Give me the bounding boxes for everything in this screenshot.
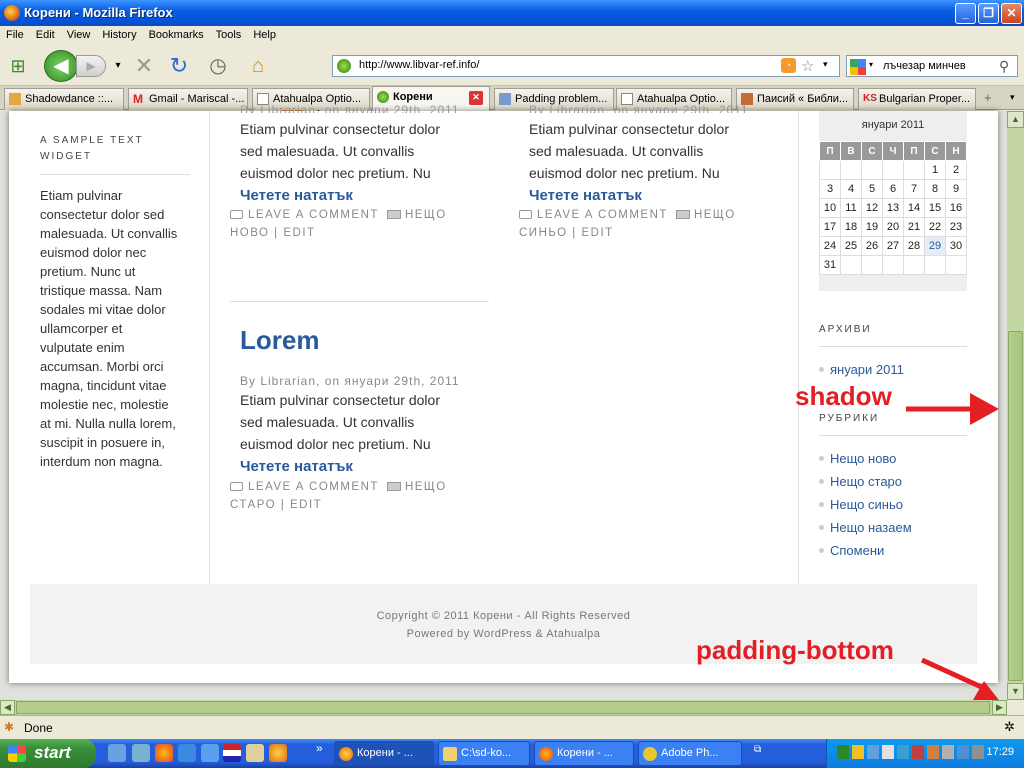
folder-icon xyxy=(443,747,457,761)
tray-icon[interactable] xyxy=(867,745,879,759)
tray-icon[interactable] xyxy=(927,745,939,759)
taskbar-button-chrome[interactable]: Корени - ... xyxy=(534,741,634,766)
flag-icon[interactable] xyxy=(223,744,241,762)
status-text: Done xyxy=(24,721,53,735)
tray-icon[interactable] xyxy=(897,745,909,759)
tray-icon[interactable] xyxy=(942,745,954,759)
bug-icon[interactable]: ✲ xyxy=(1004,719,1015,735)
padding-arrow xyxy=(920,657,990,693)
system-tray: 17:29 xyxy=(826,739,1024,768)
tray-icon[interactable] xyxy=(852,745,864,759)
addon-status-icon[interactable]: ✱ xyxy=(4,720,18,734)
clock[interactable]: 17:29 xyxy=(986,746,1014,758)
tray-icon[interactable] xyxy=(972,745,984,759)
annotation-arrows xyxy=(906,393,1002,704)
chrome-icon[interactable] xyxy=(155,744,173,762)
chrome-icon xyxy=(539,747,553,761)
vertical-scrollbar[interactable]: ▲ ▼ xyxy=(1007,111,1024,700)
photoshop-icon xyxy=(643,747,657,761)
tray-icons xyxy=(837,745,987,761)
tray-icon[interactable] xyxy=(882,745,894,759)
quicklaunch-icon[interactable] xyxy=(132,744,150,762)
status-bar: ✱ Done ✲ xyxy=(0,715,1024,739)
notepad-icon[interactable] xyxy=(246,744,264,762)
scroll-left-icon[interactable]: ◀ xyxy=(0,700,15,715)
taskbar-button-folder[interactable]: C:\sd-ko... xyxy=(438,741,530,766)
quicklaunch-icon[interactable] xyxy=(201,744,219,762)
tray-icon[interactable] xyxy=(957,745,969,759)
tray-icon[interactable] xyxy=(837,745,849,759)
firefox-icon xyxy=(339,747,353,761)
scroll-thumb[interactable] xyxy=(16,701,990,714)
taskbar-button-firefox[interactable]: Корени - ... xyxy=(334,741,434,766)
ie-icon[interactable] xyxy=(178,744,196,762)
scroll-down-icon[interactable]: ▼ xyxy=(1007,683,1024,700)
shadow-arrowhead xyxy=(970,393,999,425)
windows-logo-icon xyxy=(8,745,26,762)
horizontal-scrollbar[interactable]: ◀ ▶ xyxy=(0,700,1007,715)
start-button[interactable]: start xyxy=(0,739,96,768)
tray-icon[interactable] xyxy=(912,745,924,759)
taskbar-button-photoshop[interactable]: Adobe Ph... xyxy=(638,741,742,766)
scroll-thumb[interactable] xyxy=(1008,331,1023,681)
more-icon[interactable]: » xyxy=(316,741,323,755)
firefox-icon[interactable] xyxy=(269,744,287,762)
quicklaunch-icon[interactable] xyxy=(108,744,126,762)
scroll-up-icon[interactable]: ▲ xyxy=(1007,111,1024,128)
taskbar-group-icon[interactable]: ⧉ xyxy=(754,744,761,755)
scroll-right-icon[interactable]: ▶ xyxy=(992,700,1007,715)
